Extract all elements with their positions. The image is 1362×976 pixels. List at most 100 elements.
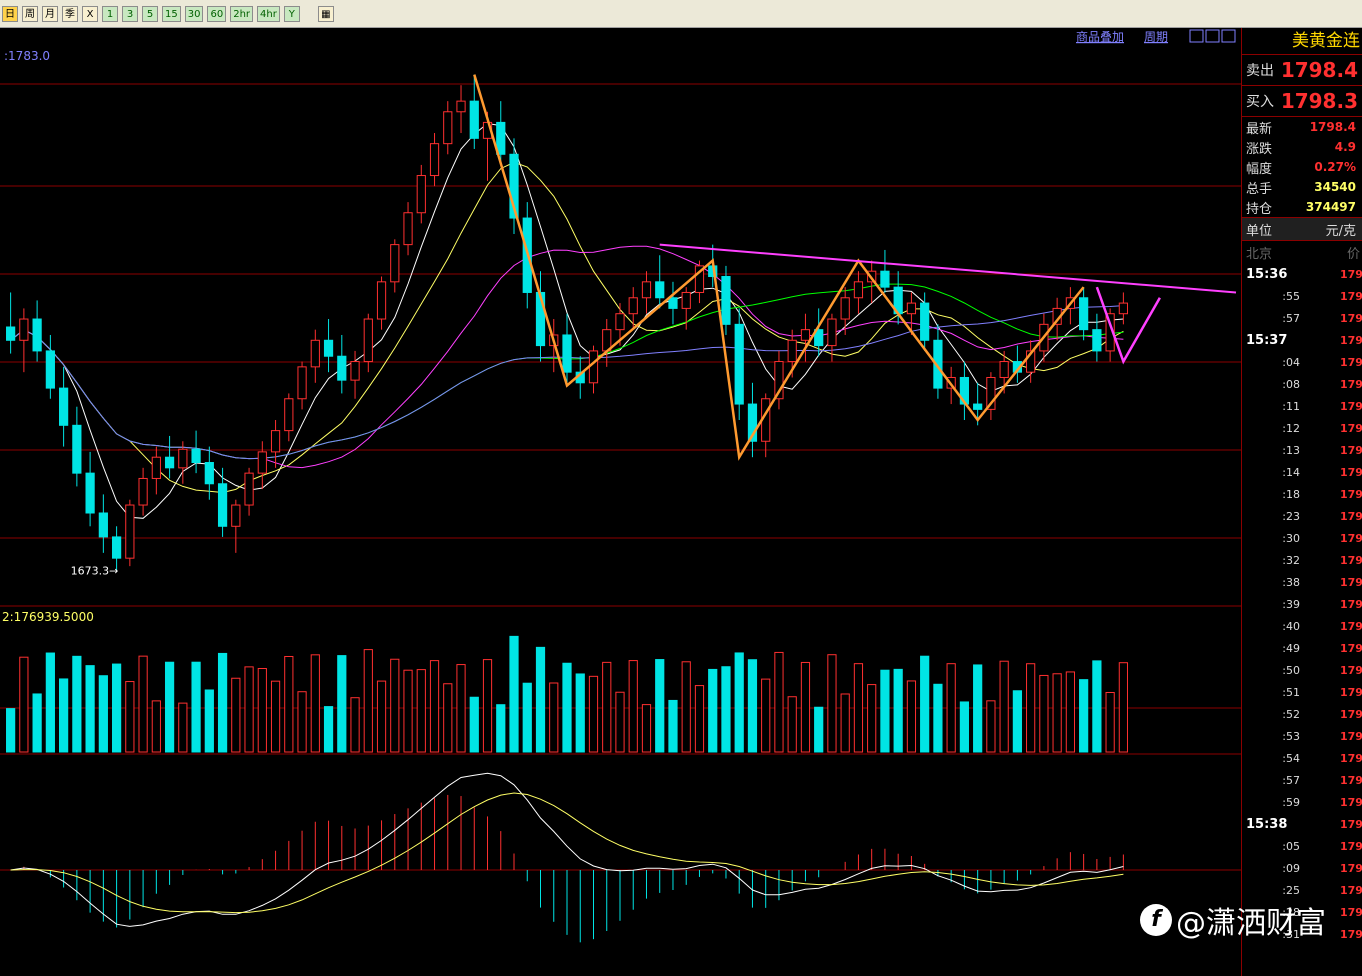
candle-body xyxy=(363,318,373,363)
volume-bar xyxy=(787,696,797,753)
prev-icon[interactable] xyxy=(1189,29,1204,43)
period-button-11[interactable]: 2hr xyxy=(230,5,254,22)
period-button-1[interactable]: 周 xyxy=(22,5,38,22)
tick-row[interactable]: :04 179 xyxy=(1242,351,1362,373)
volume-bar xyxy=(376,680,387,753)
tick-price: 179 xyxy=(1340,927,1362,941)
unit-label: 单位 xyxy=(1246,223,1273,239)
tick-price: 179 xyxy=(1340,729,1362,743)
tick-row[interactable]: :55 179 xyxy=(1242,285,1362,307)
period-button-12[interactable]: 4hr xyxy=(257,5,280,22)
tick-price: 179 xyxy=(1340,641,1362,655)
tick-row[interactable]: :09 179 xyxy=(1242,857,1362,879)
period-button-13[interactable]: Y xyxy=(283,5,300,22)
tick-row[interactable]: :59 179 xyxy=(1242,791,1362,813)
info-row-0: 最新 1798.4 xyxy=(1242,117,1362,137)
volume-bar xyxy=(959,701,970,753)
tick-row[interactable]: 15:36 179 xyxy=(1242,263,1362,285)
tick-time: :04 xyxy=(1282,355,1300,369)
candle-body xyxy=(138,477,148,506)
volume-bar xyxy=(1012,690,1023,753)
tick-row[interactable]: :54 179 xyxy=(1242,747,1362,769)
period-button-2[interactable]: 月 xyxy=(42,5,58,22)
tick-row[interactable]: :13 179 xyxy=(1242,439,1362,461)
tick-row[interactable]: :38 179 xyxy=(1242,571,1362,593)
tick-row[interactable]: :30 179 xyxy=(1242,527,1362,549)
tick-row[interactable]: :39 179 xyxy=(1242,593,1362,615)
tick-list[interactable]: 15:36 179:55 179:57 179 15:37 179:04 179:08 179… xyxy=(1242,263,1362,945)
tick-price: 179 xyxy=(1340,465,1362,479)
period-button-8[interactable]: 15 xyxy=(162,5,181,22)
tick-row[interactable]: :49 179 xyxy=(1242,637,1362,659)
period-button-7[interactable]: 5 xyxy=(142,5,158,22)
candle-body xyxy=(59,387,69,426)
volume-bar xyxy=(19,656,29,753)
period-button-0[interactable]: 日 xyxy=(2,5,18,22)
tick-row[interactable]: :53 179 xyxy=(1242,725,1362,747)
volume-bar xyxy=(853,663,864,753)
period-button-5[interactable]: 1 xyxy=(102,5,118,22)
buy-label: 买入 xyxy=(1246,94,1274,110)
unit-row: 单位 元/克 xyxy=(1242,217,1362,241)
watermark-logo-icon: f xyxy=(1140,904,1172,936)
period-link[interactable]: 周期 xyxy=(1144,30,1168,44)
candle-body xyxy=(641,281,652,299)
volume-bar xyxy=(681,661,691,753)
info-label: 幅度 xyxy=(1246,161,1273,177)
volume-bar xyxy=(125,681,135,753)
candle-body xyxy=(390,244,400,283)
tick-row[interactable]: :57 179 xyxy=(1242,769,1362,791)
tick-row[interactable]: :57 179 xyxy=(1242,307,1362,329)
tick-row[interactable]: :12 179 xyxy=(1242,417,1362,439)
tick-row[interactable]: :14 179 xyxy=(1242,461,1362,483)
candle-body xyxy=(231,504,241,527)
tick-price: 179 xyxy=(1340,355,1362,369)
info-label: 持仓 xyxy=(1246,201,1273,217)
ticks-header: 北京 价 xyxy=(1242,241,1362,263)
tick-row[interactable]: 15:38 179 xyxy=(1242,813,1362,835)
tick-row[interactable]: :50 179 xyxy=(1242,659,1362,681)
tick-price: 179 xyxy=(1340,399,1362,413)
candle-body xyxy=(6,326,16,341)
tick-row[interactable]: :11 179 xyxy=(1242,395,1362,417)
expand-icon[interactable] xyxy=(1221,29,1236,43)
tick-price: 179 xyxy=(1340,487,1362,501)
tick-price: 179 xyxy=(1340,267,1362,281)
volume-bar xyxy=(429,660,440,753)
tick-row[interactable]: :18 179 xyxy=(1242,483,1362,505)
info-value: 374497 xyxy=(1305,200,1356,214)
period-button-9[interactable]: 30 xyxy=(184,5,204,22)
overlay-link[interactable]: 商品叠加 xyxy=(1076,29,1124,44)
candle-body xyxy=(98,512,108,538)
tick-row[interactable]: :05 179 xyxy=(1242,835,1362,857)
tick-row[interactable]: :32 179 xyxy=(1242,549,1362,571)
volume-bar xyxy=(708,668,718,753)
period-button-10[interactable]: 60 xyxy=(207,5,227,22)
next-icon[interactable] xyxy=(1205,29,1220,43)
volume-bar xyxy=(1118,662,1128,753)
tick-price: 179 xyxy=(1340,289,1362,303)
info-label: 总手 xyxy=(1246,181,1273,197)
tick-row[interactable]: :08 179 xyxy=(1242,373,1362,395)
tick-row[interactable]: :51 179 xyxy=(1242,681,1362,703)
tick-row[interactable]: :52 179 xyxy=(1242,703,1362,725)
period-button-6[interactable]: 3 xyxy=(122,5,138,22)
volume-bar xyxy=(535,646,546,753)
candle-body xyxy=(999,361,1009,378)
candle-body xyxy=(429,143,440,177)
grid-icon[interactable]: ▦ xyxy=(317,5,334,22)
tick-time: :55 xyxy=(1282,289,1300,303)
volume-bar xyxy=(111,663,122,753)
candlestick-chart: :1783.0 2:176939.5000 商品叠加 周期 1673.3→ xyxy=(0,29,1241,943)
period-button-3[interactable]: 季 xyxy=(62,5,78,22)
tick-row[interactable]: :40 179 xyxy=(1242,615,1362,637)
candle-body xyxy=(562,334,572,373)
tick-price: 179 xyxy=(1340,597,1362,611)
tick-row[interactable]: 15:37 179 xyxy=(1242,329,1362,351)
tick-time: :52 xyxy=(1282,707,1300,721)
period-button-4[interactable]: X xyxy=(82,5,98,22)
tick-row[interactable]: :23 179 xyxy=(1242,505,1362,527)
volume-bar xyxy=(774,651,784,753)
volume-bar xyxy=(628,660,638,753)
candle-body xyxy=(800,329,811,341)
